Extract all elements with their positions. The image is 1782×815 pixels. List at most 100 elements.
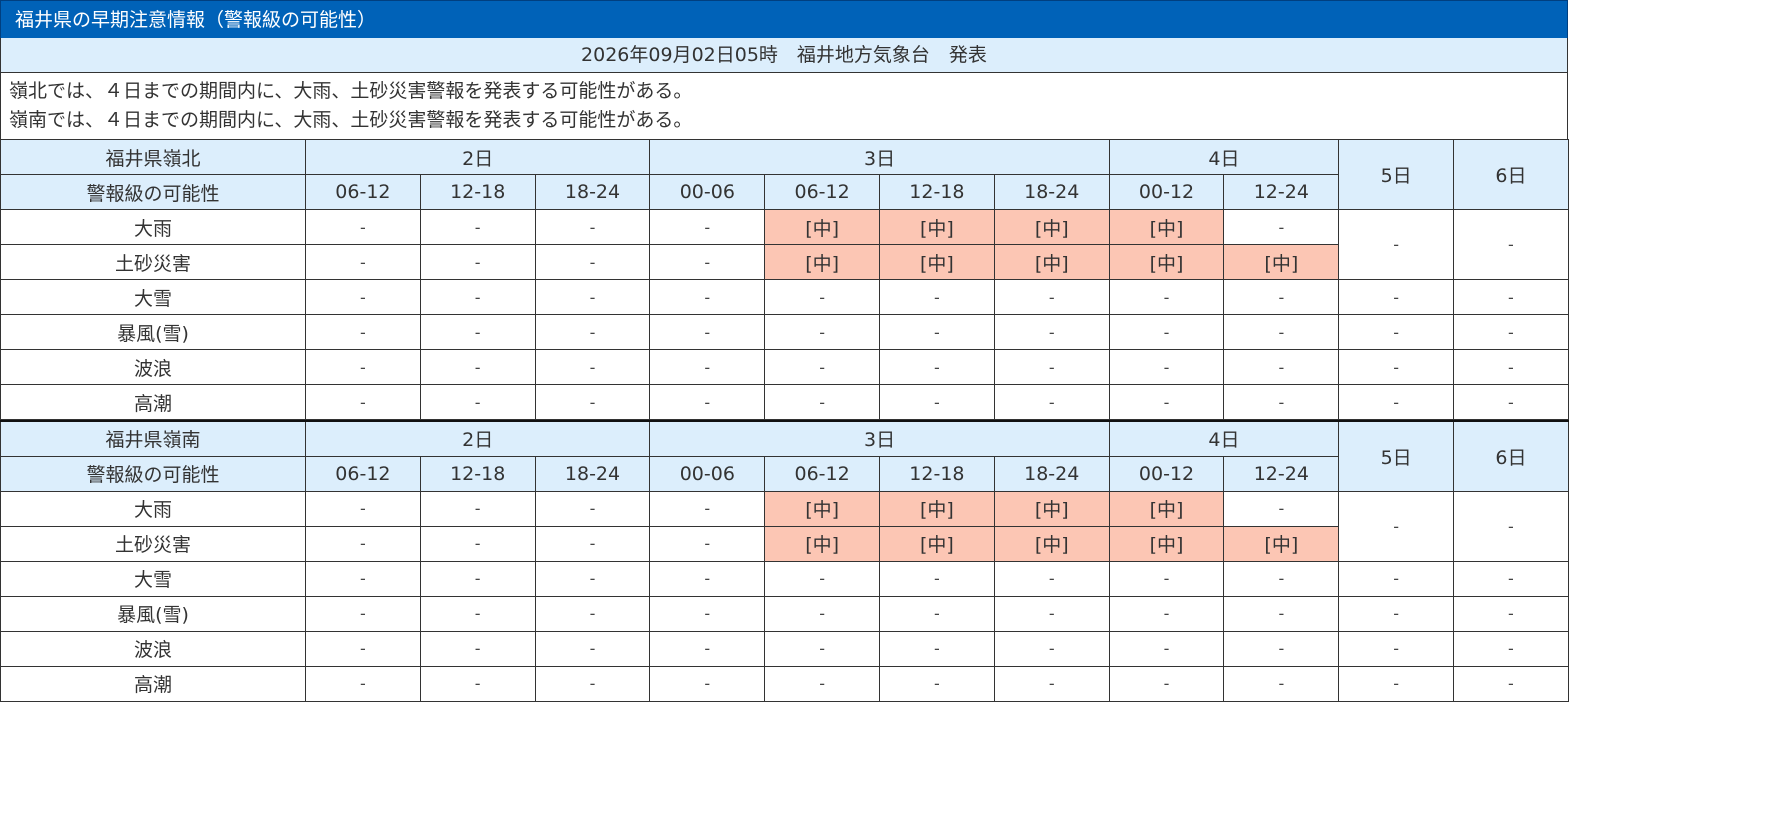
warning-cell: [中] [1108, 209, 1225, 245]
table-row: 土砂災害 - - - - [中] [中] [中] [中] [中] [0, 244, 1569, 280]
day5-cell: - [1338, 595, 1455, 632]
day6-cell: - [1453, 560, 1569, 597]
region-tables: 福井県嶺北 2日 3日 4日 5日 6日 警報級の可能性 06-12 12-18 18-24 00-… [0, 139, 1569, 702]
table-subheader-row: 警報級の可能性 06-12 12-18 18-24 00-06 06-12 12-18 18-… [0, 455, 1569, 492]
day5-cell: - [1338, 490, 1455, 562]
day6-cell: - [1453, 349, 1569, 385]
table-header-row: 福井県嶺南 2日 3日 4日 5日 6日 [0, 420, 1569, 492]
warning-cell: - [879, 665, 995, 702]
warning-cell: - [534, 349, 651, 385]
time-slot: 06-12 [764, 174, 881, 210]
warning-cell: - [419, 595, 536, 632]
warning-cell: - [1223, 490, 1340, 527]
day5-cell: - [1338, 209, 1455, 280]
time-slot: 00-12 [1108, 455, 1225, 492]
day5-cell: - [1338, 560, 1455, 597]
warning-cell: - [649, 209, 766, 245]
issued-time: 2026年09月02日05時 福井地方気象台 発表 [0, 38, 1568, 73]
summary-line-reinan: 嶺南では、４日までの期間内に、大雨、土砂災害警報を発表する可能性がある。 [9, 109, 693, 131]
time-slot: 12-18 [879, 174, 995, 210]
day-label: 4日 [1108, 420, 1340, 457]
day-label: 3日 [649, 139, 1110, 175]
warning-cell: - [764, 665, 881, 702]
table-row: 暴風(雪) - - - - - - - - - - - [0, 314, 1569, 350]
warning-cell: - [1223, 384, 1340, 420]
warning-cell: - [1108, 560, 1225, 597]
warning-cell: - [649, 560, 766, 597]
warning-cell: - [1108, 314, 1225, 350]
warning-cell: - [305, 384, 421, 420]
warning-cell: - [1223, 665, 1340, 702]
day6-cell: - [1453, 595, 1569, 632]
warning-cell: [中] [764, 490, 881, 527]
hazard-name: 高潮 [0, 665, 306, 702]
warning-cell: - [993, 595, 1110, 632]
warning-cell: - [419, 209, 536, 245]
warning-cell: - [534, 595, 651, 632]
day5-cell: - [1338, 349, 1455, 385]
time-slot: 18-24 [993, 174, 1110, 210]
day6-cell: - [1453, 384, 1569, 420]
warning-cell: [中] [879, 525, 995, 562]
warning-cell: - [649, 630, 766, 667]
warning-cell: - [1108, 665, 1225, 702]
warning-cell: - [419, 525, 536, 562]
warning-cell: - [649, 349, 766, 385]
warning-cell: - [305, 209, 421, 245]
warning-cell: - [305, 349, 421, 385]
warning-cell: - [1223, 279, 1340, 315]
warning-cell: - [993, 279, 1110, 315]
warning-cell: - [649, 244, 766, 280]
warning-cell: - [534, 630, 651, 667]
table-row: 大雨 - - - - [中] [中] [中] [中] - - - [0, 490, 1569, 562]
warning-cell: [中] [764, 244, 881, 280]
warning-cell: - [305, 314, 421, 350]
hazard-name: 波浪 [0, 349, 306, 385]
warning-cell: - [764, 314, 881, 350]
time-slot: 12-24 [1223, 455, 1340, 492]
early-warning-panel: 福井県の早期注意情報（警報級の可能性） 2026年09月02日05時 福井地方気… [0, 0, 1569, 702]
time-slot: 12-18 [879, 455, 995, 492]
warning-cell: [中] [993, 525, 1110, 562]
warning-cell: - [534, 209, 651, 245]
warning-cell: - [419, 665, 536, 702]
warning-cell: - [993, 349, 1110, 385]
time-slot: 00-06 [649, 174, 766, 210]
warning-cell: [中] [993, 209, 1110, 245]
hazard-name: 波浪 [0, 630, 306, 667]
warning-cell: - [879, 279, 995, 315]
warning-cell: [中] [764, 525, 881, 562]
warning-cell: - [879, 314, 995, 350]
warning-cell: - [1108, 595, 1225, 632]
warning-cell: - [534, 384, 651, 420]
time-slot: 12-18 [419, 174, 536, 210]
warning-cell: - [534, 665, 651, 702]
warning-cell: - [764, 560, 881, 597]
warning-cell: - [419, 349, 536, 385]
hazard-name: 大雪 [0, 279, 306, 315]
summary-text: 嶺北では、４日までの期間内に、大雨、土砂災害警報を発表する可能性がある。 嶺南で… [0, 73, 1568, 139]
warning-cell: - [993, 630, 1110, 667]
warning-cell: [中] [879, 209, 995, 245]
warning-cell: - [534, 490, 651, 527]
warning-cell: - [764, 595, 881, 632]
warning-level-label: 警報級の可能性 [0, 455, 306, 492]
day-label: 4日 [1108, 139, 1340, 175]
table-row: 高潮 - - - - - - - - - - - [0, 665, 1569, 702]
day6-cell: - [1453, 314, 1569, 350]
warning-cell: - [534, 525, 651, 562]
warning-cell: - [879, 384, 995, 420]
warning-cell: [中] [993, 244, 1110, 280]
warning-cell: - [879, 349, 995, 385]
warning-cell: - [649, 314, 766, 350]
warning-cell: [中] [879, 244, 995, 280]
warning-cell: - [993, 560, 1110, 597]
warning-cell: - [764, 349, 881, 385]
warning-cell: - [1223, 560, 1340, 597]
day6-cell: - [1453, 630, 1569, 667]
day5-cell: - [1338, 384, 1455, 420]
warning-cell: - [1108, 384, 1225, 420]
region-table: 福井県嶺南 2日 3日 4日 5日 6日 警報級の可能性 06-12 12-18 18-24 00-… [0, 420, 1569, 702]
table-row: 土砂災害 - - - - [中] [中] [中] [中] [中] [0, 525, 1569, 562]
warning-cell: [中] [879, 490, 995, 527]
